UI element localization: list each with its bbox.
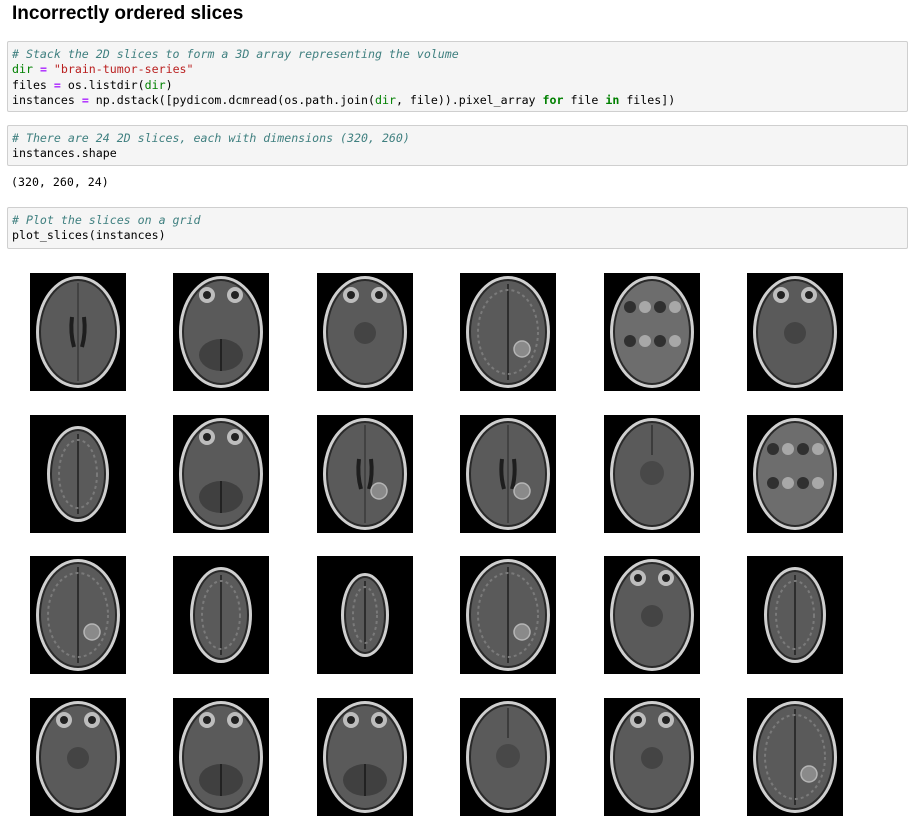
mri-slice-13 [30, 556, 126, 674]
mri-slice-4 [460, 273, 556, 391]
mri-slice-17 [604, 556, 700, 674]
mri-slice-21 [317, 698, 413, 816]
mri-slice-12 [747, 415, 843, 533]
mri-slice-8 [173, 415, 269, 533]
page-title: Incorrectly ordered slices [12, 3, 244, 24]
mri-slice-19 [30, 698, 126, 816]
code-cell-stack-slices[interactable]: # Stack the 2D slices to form a 3D array… [7, 41, 908, 112]
mri-slice-18 [747, 556, 843, 674]
code-line: # Stack the 2D slices to form a 3D array… [12, 47, 459, 61]
code-line: dir = "brain-tumor-series" [12, 62, 194, 77]
code-line: # Plot the slices on a grid [12, 213, 201, 227]
mri-slice-20 [173, 698, 269, 816]
mri-slice-2 [173, 273, 269, 391]
mri-slice-14 [173, 556, 269, 674]
mri-slice-1 [30, 273, 126, 391]
mri-slice-24 [747, 698, 843, 816]
code-line: # There are 24 2D slices, each with dime… [12, 131, 410, 145]
code-cell-shape[interactable]: # There are 24 2D slices, each with dime… [7, 125, 908, 166]
shape-output: (320, 260, 24) [11, 175, 109, 189]
mri-slice-9 [317, 415, 413, 533]
mri-slice-7 [30, 415, 126, 533]
mri-slice-3 [317, 273, 413, 391]
mri-slice-11 [604, 415, 700, 533]
mri-slice-22 [460, 698, 556, 816]
mri-slice-10 [460, 415, 556, 533]
mri-slice-5 [604, 273, 700, 391]
mri-slice-6 [747, 273, 843, 391]
mri-slice-16 [460, 556, 556, 674]
code-line: files = os.listdir(dir) [12, 77, 173, 92]
code-line: instances.shape [12, 146, 117, 161]
mri-slice-23 [604, 698, 700, 816]
code-line: instances = np.dstack([pydicom.dcmread(o… [12, 92, 676, 107]
mri-slice-15 [317, 556, 413, 674]
code-cell-plot-slices[interactable]: # Plot the slices on a grid plot_slices(i… [7, 207, 908, 249]
code-line: plot_slices(instances) [12, 228, 166, 243]
